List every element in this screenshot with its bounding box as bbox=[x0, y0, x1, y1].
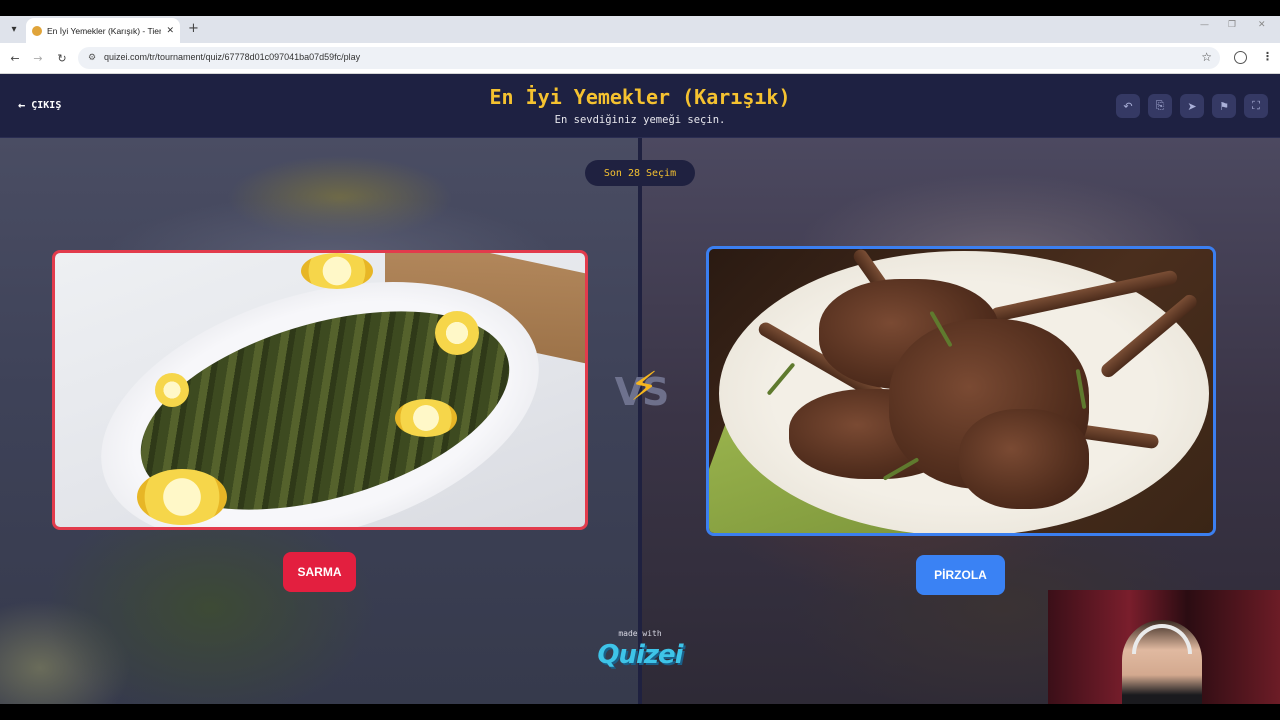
lemon-slice bbox=[155, 373, 189, 407]
page-subtitle: En sevdiğiniz yemeği seçin. bbox=[554, 114, 726, 126]
favicon-icon bbox=[32, 25, 42, 36]
lemon-slice bbox=[435, 311, 479, 355]
reload-icon[interactable]: ↻ bbox=[55, 51, 69, 65]
close-tab-icon[interactable]: ✕ bbox=[166, 26, 174, 36]
fullscreen-icon[interactable]: ⛶ bbox=[1244, 94, 1268, 118]
webcam-overlay bbox=[1048, 590, 1280, 720]
pirzola-image bbox=[709, 249, 1213, 533]
flag-icon[interactable]: ⚑ bbox=[1212, 94, 1236, 118]
bookmark-star-icon[interactable]: ☆ bbox=[1201, 50, 1212, 64]
sarma-image bbox=[55, 253, 585, 527]
new-tab-icon[interactable]: + bbox=[188, 21, 199, 37]
url-text: quizei.com/tr/tournament/quiz/67778d01c0… bbox=[104, 52, 361, 62]
forward-icon[interactable]: → bbox=[31, 51, 45, 65]
versus-emblem: VS ⚡ bbox=[606, 360, 676, 424]
tab-title: En İyi Yemekler (Karışık) - Tier L bbox=[47, 25, 162, 36]
quiz-header: ← ÇIKIŞ En İyi Yemekler (Karışık) En sev… bbox=[0, 74, 1280, 138]
restore-icon[interactable]: ❐ bbox=[1228, 20, 1236, 30]
recent-choices-pill[interactable]: Son 28 Seçim bbox=[585, 160, 695, 186]
minimize-icon[interactable]: — bbox=[1200, 20, 1209, 30]
select-sarma-button[interactable]: SARMA bbox=[283, 552, 356, 592]
toolbar: ↶ ⎘ ➤ ⚑ ⛶ bbox=[1116, 94, 1268, 118]
page-title: En İyi Yemekler (Karışık) bbox=[489, 85, 791, 109]
lightning-bolt-icon: ⚡ bbox=[630, 364, 659, 410]
select-pirzola-button[interactable]: PİRZOLA bbox=[916, 555, 1005, 595]
lemon-slice bbox=[301, 253, 373, 289]
browser-tabstrip: ▾ En İyi Yemekler (Karışık) - Tier L ✕ +… bbox=[0, 16, 1280, 43]
browser-menu-icon[interactable]: ⋮ bbox=[1262, 50, 1273, 63]
share-icon[interactable]: ⎘ bbox=[1148, 94, 1172, 118]
close-window-icon[interactable]: ✕ bbox=[1258, 20, 1266, 30]
undo-icon[interactable]: ↶ bbox=[1116, 94, 1140, 118]
back-icon[interactable]: ← bbox=[8, 51, 22, 65]
made-with-label: made with bbox=[618, 629, 662, 638]
tab-search-icon[interactable]: ▾ bbox=[6, 21, 22, 37]
bottom-black-bar bbox=[0, 704, 1280, 720]
send-icon[interactable]: ➤ bbox=[1180, 94, 1204, 118]
lamb-chop bbox=[959, 409, 1089, 509]
browser-tab[interactable]: En İyi Yemekler (Karışık) - Tier L ✕ bbox=[26, 18, 180, 43]
top-black-bar bbox=[0, 0, 1280, 16]
quizei-logo[interactable]: Quizei bbox=[580, 640, 700, 670]
profile-icon[interactable] bbox=[1234, 51, 1247, 64]
lemon-slice bbox=[395, 399, 457, 437]
lemon-slice bbox=[137, 469, 227, 525]
option-right-card[interactable] bbox=[706, 246, 1216, 536]
option-left-card[interactable] bbox=[52, 250, 588, 530]
url-field[interactable]: ⚙ quizei.com/tr/tournament/quiz/67778d01… bbox=[78, 47, 1220, 69]
site-info-icon[interactable]: ⚙ bbox=[86, 52, 98, 64]
address-bar: ← → ↻ ⚙ quizei.com/tr/tournament/quiz/67… bbox=[0, 43, 1280, 74]
